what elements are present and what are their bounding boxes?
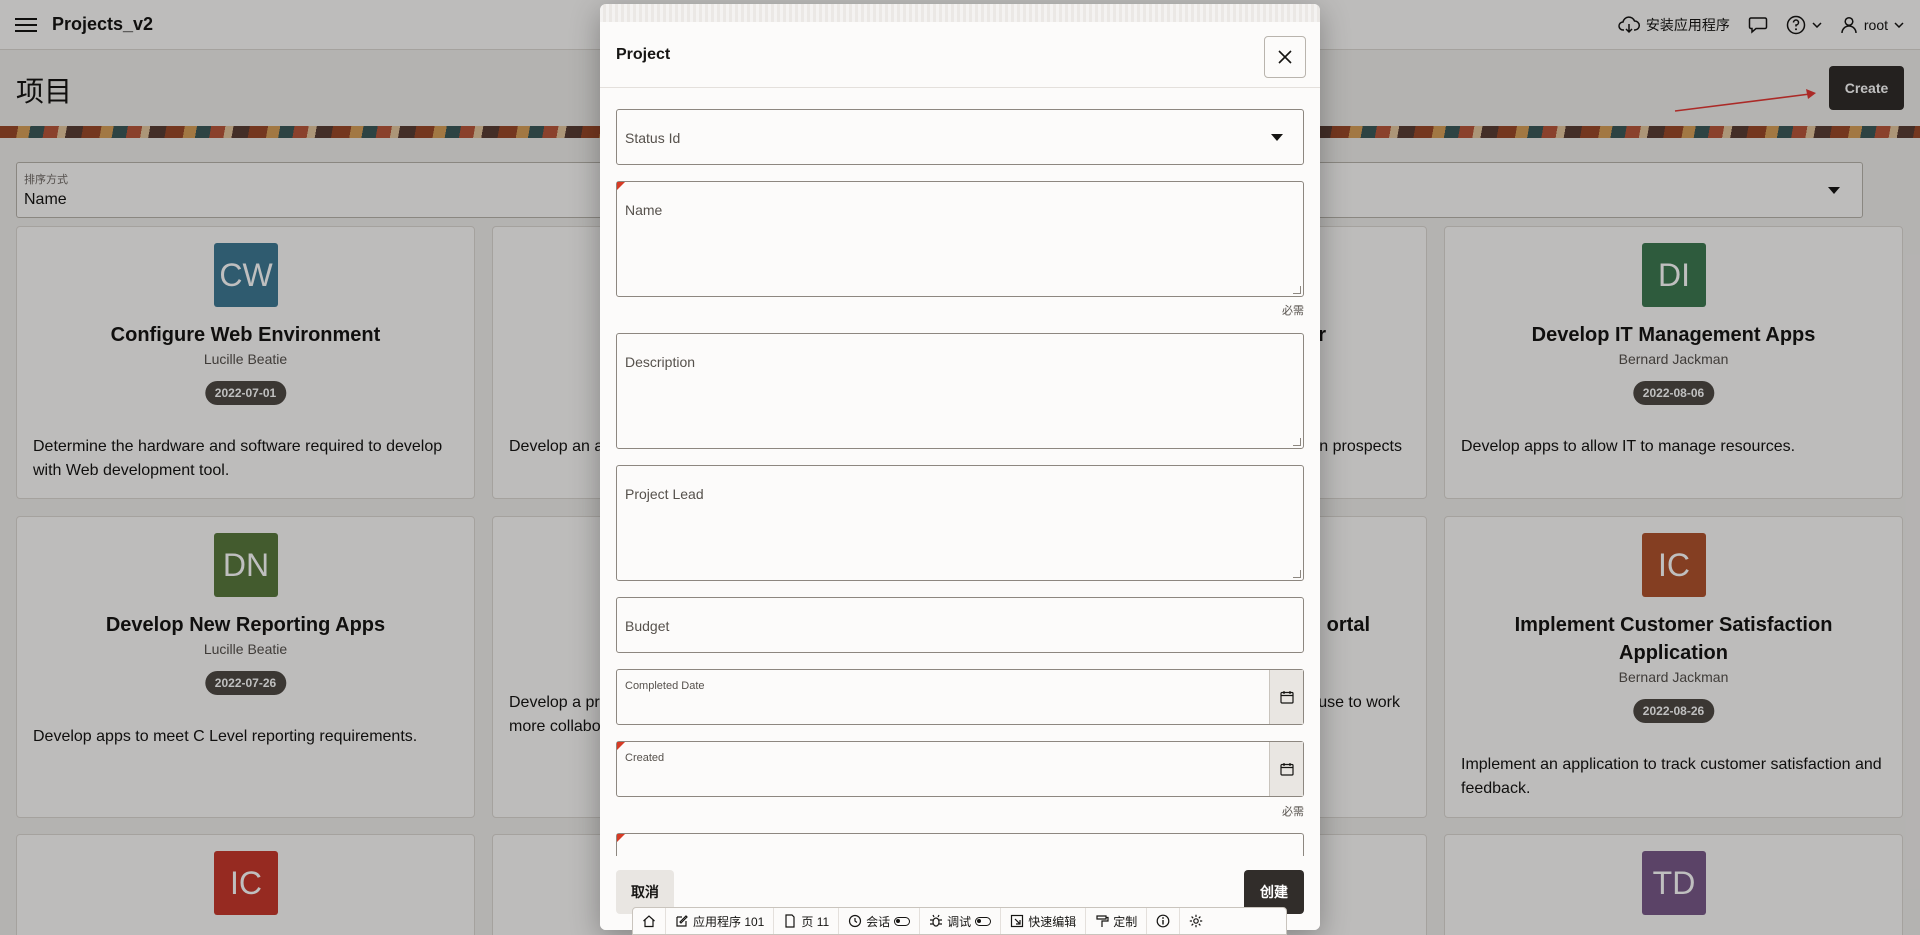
devbar-application-label: 应用程序 101 bbox=[693, 914, 765, 929]
resize-handle-icon[interactable] bbox=[1293, 570, 1301, 578]
status-id-label: Status Id bbox=[625, 130, 681, 146]
name-textarea[interactable]: Name bbox=[616, 181, 1304, 297]
devbar-debug-label: 调试 bbox=[947, 914, 972, 929]
edit-icon bbox=[676, 915, 688, 927]
devbar-customize-label: 定制 bbox=[1113, 914, 1138, 929]
dialog-header: Project bbox=[600, 22, 1320, 88]
created-date-picker[interactable]: Created bbox=[616, 741, 1304, 797]
devbar-customize-button[interactable]: 定制 bbox=[1086, 908, 1148, 934]
completed-date-label: Completed Date bbox=[625, 680, 705, 692]
home-icon bbox=[643, 915, 655, 928]
close-icon bbox=[1278, 50, 1292, 64]
info-icon bbox=[1156, 914, 1170, 928]
calendar-button[interactable] bbox=[1269, 742, 1303, 796]
completed-date-picker[interactable]: Completed Date bbox=[616, 669, 1304, 725]
status-id-select[interactable]: Status Id bbox=[616, 109, 1304, 165]
project-dialog: Project Status Id Name 必需 Description Pr… bbox=[600, 4, 1320, 930]
bug-icon bbox=[930, 914, 943, 927]
paint-roller-icon bbox=[1096, 915, 1109, 927]
required-indicator: 必需 bbox=[1282, 806, 1304, 818]
devbar-session-button[interactable]: 会话 bbox=[839, 908, 921, 934]
quick-edit-icon bbox=[1011, 914, 1024, 928]
debug-toggle-icon[interactable] bbox=[975, 916, 992, 926]
budget-input[interactable]: Budget bbox=[616, 597, 1304, 653]
resize-handle-icon[interactable] bbox=[1293, 286, 1301, 294]
project-lead-textarea[interactable]: Project Lead bbox=[616, 465, 1304, 581]
caret-down-icon bbox=[1271, 134, 1283, 141]
devbar-info-button[interactable] bbox=[1147, 908, 1181, 934]
dialog-title: Project bbox=[616, 46, 671, 63]
session-icon bbox=[849, 914, 862, 928]
devbar-home-button[interactable] bbox=[633, 908, 666, 934]
budget-label: Budget bbox=[625, 618, 670, 634]
calendar-icon bbox=[1279, 763, 1294, 776]
session-toggle-icon[interactable] bbox=[894, 916, 911, 926]
project-lead-label: Project Lead bbox=[625, 486, 704, 502]
devbar-debug-button[interactable]: 调试 bbox=[920, 908, 1002, 934]
dialog-drag-handle[interactable] bbox=[600, 4, 1320, 22]
developer-toolbar: 应用程序 101 页 11 会话 调试 快速编辑 定制 bbox=[632, 907, 1287, 935]
calendar-icon bbox=[1279, 691, 1294, 704]
description-textarea[interactable]: Description bbox=[616, 333, 1304, 449]
devbar-quick-edit-label: 快速编辑 bbox=[1028, 914, 1077, 929]
resize-handle-icon[interactable] bbox=[1293, 438, 1301, 446]
devbar-session-label: 会话 bbox=[866, 914, 891, 929]
devbar-application-button[interactable]: 应用程序 101 bbox=[666, 908, 775, 934]
calendar-button[interactable] bbox=[1269, 670, 1303, 724]
required-indicator: 必需 bbox=[1282, 305, 1304, 317]
close-dialog-button[interactable] bbox=[1264, 36, 1306, 78]
devbar-page-button[interactable]: 页 11 bbox=[774, 908, 840, 934]
page-edit-icon bbox=[785, 914, 795, 928]
devbar-settings-button[interactable] bbox=[1180, 908, 1212, 934]
devbar-quick-edit-button[interactable]: 快速编辑 bbox=[1001, 908, 1087, 934]
description-label: Description bbox=[625, 354, 696, 370]
gear-icon bbox=[1190, 914, 1203, 928]
name-label: Name bbox=[625, 202, 663, 218]
devbar-page-label: 页 11 bbox=[801, 914, 830, 929]
created-label: Created bbox=[625, 752, 665, 764]
